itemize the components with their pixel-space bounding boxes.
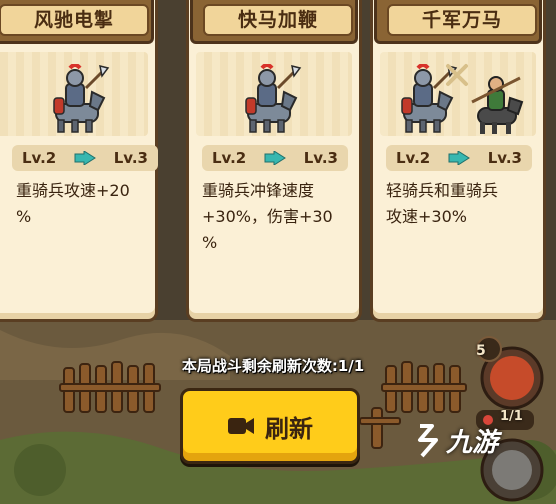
- upgrade-card-3[interactable]: 千军万马 Lv.2 Lv.3 轻骑兵和重骑兵 攻速+30%: [370, 0, 546, 322]
- level-to: Lv.3: [487, 149, 522, 167]
- card-header: 快马加鞭: [190, 0, 358, 44]
- level-from: Lv.2: [212, 149, 247, 167]
- refresh-button-label: 刷新: [265, 414, 313, 443]
- light-cavalry-icon: [471, 76, 524, 134]
- card-description: 轻骑兵和重骑兵 攻速+30%: [386, 181, 499, 226]
- level-upgrade-row: Lv.2 Lv.3: [202, 145, 348, 171]
- card-title: 千军万马: [387, 4, 537, 36]
- refresh-button[interactable]: 刷新: [180, 388, 360, 464]
- unit-slot-count: 1/1: [500, 409, 523, 424]
- watermark-logo: 九游: [412, 422, 498, 459]
- card-description: 重骑兵冲锋速度 +30%，伤害+30 %: [202, 181, 333, 252]
- card-title: 快马加鞭: [203, 4, 353, 36]
- upgrade-card-2[interactable]: 快马加鞭 Lv.2 Lv.3 重骑兵冲锋速度 +30%，伤害+30 %: [186, 0, 362, 322]
- watermark-text: 九游: [446, 428, 499, 458]
- level-from: Lv.2: [22, 149, 57, 167]
- card-description: 重骑兵攻速+20 %: [16, 181, 130, 226]
- video-camera-icon: [228, 418, 254, 434]
- card-header: 风驰电掣: [0, 0, 154, 44]
- heavy-cavalry-icon: [245, 64, 302, 133]
- upgrade-arrow-icon: [448, 151, 470, 165]
- jiuyou-logo-icon: [418, 423, 438, 457]
- level-upgrade-row: Lv.2 Lv.3: [386, 145, 532, 171]
- refresh-remaining-label: 本局战斗剩余刷新次数:1/1: [181, 357, 365, 375]
- upgrade-card-1[interactable]: 风驰电掣 Lv.2 Lv.3 重骑兵攻速+20 %: [0, 0, 158, 322]
- unit-count-badge: 5: [476, 343, 486, 359]
- upgrade-arrow-icon: [264, 151, 286, 165]
- crossed-swords-icon: [446, 64, 468, 86]
- level-to: Lv.3: [113, 149, 148, 167]
- level-to: Lv.3: [303, 149, 338, 167]
- level-upgrade-row: Lv.2 Lv.3: [12, 145, 158, 171]
- upgrade-arrow-icon: [74, 151, 96, 165]
- card-title: 风驰电掣: [0, 4, 149, 36]
- level-from: Lv.2: [396, 149, 431, 167]
- card-header: 千军万马: [374, 0, 542, 44]
- heavy-cavalry-icon: [53, 64, 110, 133]
